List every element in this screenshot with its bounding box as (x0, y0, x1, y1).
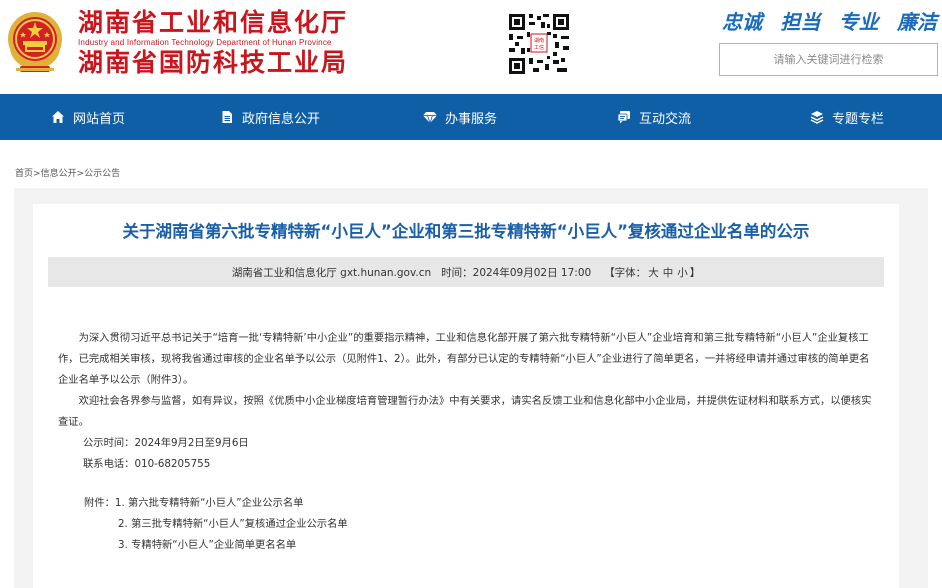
home-icon (51, 111, 64, 123)
breadcrumb-separator: > (76, 169, 85, 179)
publicity-time: 公示时间：2024年9月2日至9月6日 (83, 437, 249, 449)
site-header: 湖南省工业和信息化厅 Industry and Information Tech… (0, 0, 942, 94)
attachments: 附件：1. 第六批专精特新“小巨人”企业公示名单 2. 第三批专精特新“小巨人”… (58, 493, 878, 556)
nav-item-interaction[interactable]: 互动交流 (556, 94, 752, 140)
attachment-row: 2. 第三批专精特新“小巨人”复核通过企业公示名单 (58, 514, 878, 535)
nav-item-label: 办事服务 (444, 111, 497, 127)
layers-icon (810, 111, 824, 124)
attachment-row: 3. 专精特新“小巨人”企业简单更名名单 (58, 535, 878, 556)
font-size-medium[interactable]: 中 (663, 267, 674, 279)
search-input[interactable] (720, 44, 937, 75)
slogan-word: 廉洁 (896, 10, 937, 34)
breadcrumb-separator: > (33, 169, 41, 179)
nav-item-label: 专题专栏 (831, 111, 884, 127)
attachment-row: 附件：1. 第六批专精特新“小巨人”企业公示名单 (58, 493, 878, 514)
slogan-word: 担当 (780, 10, 821, 34)
nav-item-label: 政府信息公开 (241, 111, 320, 127)
nav-item-label: 网站首页 (72, 111, 125, 127)
national-emblem-icon (8, 12, 62, 72)
attachment-link-1[interactable]: 1. 第六批专精特新“小巨人”企业公示名单 (115, 497, 304, 509)
breadcrumb-home[interactable]: 首页 (15, 169, 33, 179)
nav-item-label: 互动交流 (638, 111, 691, 127)
nav-item-home[interactable]: 网站首页 (0, 94, 176, 140)
font-size-small[interactable]: 小 (677, 267, 688, 279)
breadcrumb: 首页>信息公开>公示公告 (15, 166, 120, 179)
main-nav: 网站首页 政府信息公开 办事服务 互动交流 专题专栏 (0, 94, 942, 140)
chat-icon (617, 111, 630, 124)
font-size-close: 】 (689, 266, 701, 279)
article-time-label: 时间： (441, 266, 473, 279)
article-container: 关于湖南省第六批专精特新“小巨人”企业和第三批专精特新“小巨人”复核通过企业名单… (33, 204, 899, 588)
qr-code-icon: 湖南 工信 (507, 12, 571, 76)
article-body: 为深入贯彻习近平总书记关于“培育一批‘专精特新’中小企业”的重要指示精神，工业和… (58, 328, 878, 556)
svg-text:湖南: 湖南 (534, 37, 544, 44)
article-title: 关于湖南省第六批专精特新“小巨人”企业和第三批专精特新“小巨人”复核通过企业名单… (122, 222, 810, 241)
article-meta: 湖南省工业和信息化厅 gxt.hunan.gov.cn 时间：2024年09月0… (48, 257, 884, 287)
site-title-english: Industry and Information Technology Depa… (78, 38, 332, 47)
article-time-wrap: 时间：2024年09月02日 17:00 (441, 265, 591, 280)
slogan: 忠诚 担当 专业 廉洁 (722, 8, 937, 38)
font-size-label: 【字体： (604, 266, 647, 279)
article-source: 湖南省工业和信息化厅 gxt.hunan.gov.cn (231, 266, 432, 279)
slogan-word: 忠诚 (722, 10, 762, 34)
article-paragraph: 为深入贯彻习近平总书记关于“培育一批‘专精特新’中小企业”的重要指示精神，工业和… (58, 332, 870, 386)
article-time: 2024年09月02日 17:00 (472, 266, 592, 279)
slogan-word: 专业 (838, 10, 879, 34)
font-size-large[interactable]: 大 (648, 267, 659, 279)
font-size-switcher: 【字体：大中小】 (604, 265, 700, 280)
document-icon (222, 111, 232, 123)
nav-item-gov-info[interactable]: 政府信息公开 (176, 94, 364, 140)
attachments-label: 附件： (84, 497, 115, 509)
article-paragraph: 欢迎社会各界参与监督，如有异议，按照《优质中小企业梯度培育管理暂行办法》中有关要… (58, 395, 872, 428)
contact-phone: 联系电话：010-68205755 (83, 458, 211, 470)
breadcrumb-info[interactable]: 信息公开 (41, 169, 77, 179)
breadcrumb-notice[interactable]: 公示公告 (84, 169, 120, 179)
attachment-link-3[interactable]: 3. 专精特新“小巨人”企业简单更名名单 (118, 539, 296, 551)
diamond-icon (422, 112, 437, 124)
site-subtitle: 湖南省国防科技工业局 (78, 48, 349, 77)
search-box (719, 43, 938, 76)
nav-item-services[interactable]: 办事服务 (364, 94, 556, 140)
svg-text:工信: 工信 (534, 44, 544, 51)
site-title-block: 湖南省工业和信息化厅 Industry and Information Tech… (78, 8, 378, 78)
site-title: 湖南省工业和信息化厅 (78, 8, 349, 37)
attachment-link-2[interactable]: 2. 第三批专精特新“小巨人”复核通过企业公示名单 (118, 518, 348, 530)
nav-item-topics[interactable]: 专题专栏 (752, 94, 942, 140)
